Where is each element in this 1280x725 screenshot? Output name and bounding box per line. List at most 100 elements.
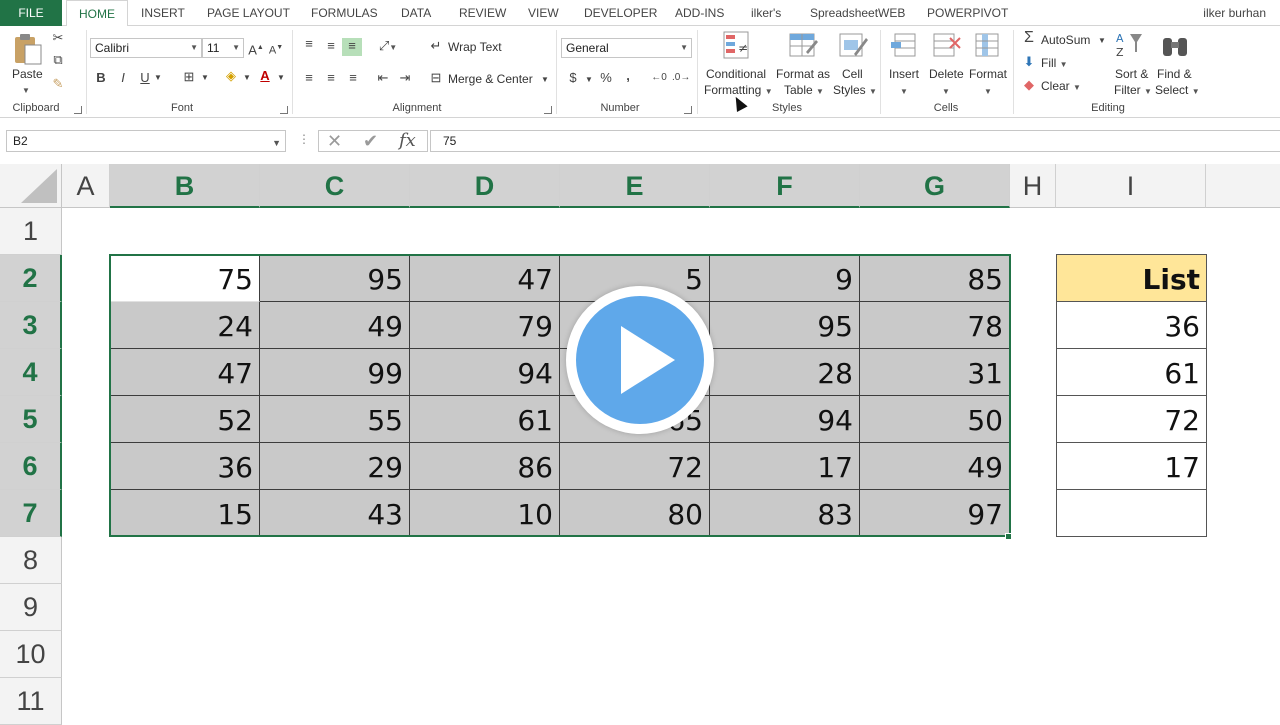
column-header-g[interactable]: G — [860, 164, 1010, 208]
cell-g2[interactable]: 85 — [860, 255, 1010, 302]
tab-developer[interactable]: DEVELOPER — [584, 0, 657, 26]
cell-b6[interactable]: 36 — [110, 443, 260, 490]
autosum-icon[interactable]: Σ — [1021, 30, 1037, 46]
tab-powerpivot[interactable]: POWERPIVOT — [927, 0, 1008, 26]
merge-center-icon[interactable]: ⊟ — [428, 70, 444, 86]
row-header-8[interactable]: 8 — [0, 537, 62, 584]
tab-file[interactable]: FILE — [0, 0, 62, 26]
find-select-label-2[interactable]: Select ▼ — [1155, 83, 1200, 97]
cell-b2[interactable]: 75 — [110, 255, 260, 302]
select-all-button[interactable] — [0, 164, 62, 208]
column-header-c[interactable]: C — [260, 164, 410, 208]
play-button[interactable] — [566, 286, 714, 434]
chevron-down-icon[interactable]: ▼ — [276, 70, 286, 86]
cell-g7[interactable]: 97 — [860, 490, 1010, 537]
align-center-icon[interactable]: ≡ — [322, 70, 340, 86]
font-launcher-icon[interactable] — [280, 106, 288, 114]
column-header-e[interactable]: E — [560, 164, 710, 208]
sort-filter-icon[interactable]: A Z — [1114, 30, 1144, 60]
column-header-b[interactable]: B — [110, 164, 260, 208]
copy-icon[interactable]: ⧉ — [50, 52, 66, 68]
cell-d3[interactable]: 79 — [410, 302, 560, 349]
cell-b3[interactable]: 24 — [110, 302, 260, 349]
cell-e6[interactable]: 72 — [560, 443, 710, 490]
paste-icon[interactable] — [12, 32, 44, 66]
tab-spreadsheetweb[interactable]: SpreadsheetWEB — [810, 0, 905, 26]
cell-f3[interactable]: 95 — [710, 302, 860, 349]
tab-page-layout[interactable]: PAGE LAYOUT — [207, 0, 290, 26]
italic-button[interactable]: I — [116, 70, 130, 86]
bottom-align-icon[interactable]: ≡ — [342, 38, 362, 56]
format-button[interactable]: Format — [969, 67, 1007, 81]
list-cell-i7[interactable] — [1056, 489, 1207, 537]
format-as-table-icon[interactable] — [788, 30, 818, 60]
number-format-select[interactable]: General ▼ — [561, 38, 692, 58]
row-header-4[interactable]: 4 — [0, 349, 62, 396]
chevron-down-icon[interactable]: ▼ — [584, 72, 594, 88]
sort-filter-label-1[interactable]: Sort & — [1115, 67, 1148, 81]
row-header-7[interactable]: 7 — [0, 490, 62, 537]
insert-button[interactable]: Insert — [889, 67, 919, 81]
list-cell-i4[interactable]: 61 — [1056, 348, 1207, 396]
align-right-icon[interactable]: ≡ — [344, 70, 362, 86]
cell-d2[interactable]: 47 — [410, 255, 560, 302]
paste-dropdown-icon[interactable]: ▼ — [22, 86, 30, 95]
font-name-select[interactable]: Calibri ▼ — [90, 38, 202, 58]
cell-f5[interactable]: 94 — [710, 396, 860, 443]
delete-button[interactable]: Delete — [929, 67, 964, 81]
chevron-down-icon[interactable]: ▼ — [942, 87, 950, 96]
chevron-down-icon[interactable]: ▼ — [984, 87, 992, 96]
comma-button[interactable]: , — [622, 68, 634, 84]
cell-g3[interactable]: 78 — [860, 302, 1010, 349]
cell-f6[interactable]: 17 — [710, 443, 860, 490]
row-header-6[interactable]: 6 — [0, 443, 62, 490]
cell-d4[interactable]: 94 — [410, 349, 560, 396]
cell-g4[interactable]: 31 — [860, 349, 1010, 396]
cell-g6[interactable]: 49 — [860, 443, 1010, 490]
column-header-j[interactable] — [1206, 164, 1280, 208]
clear-button[interactable]: Clear ▼ — [1041, 79, 1081, 93]
binoculars-icon[interactable] — [1160, 32, 1190, 62]
cell-c6[interactable]: 29 — [260, 443, 410, 490]
chevron-down-icon[interactable]: ▼ — [153, 70, 163, 86]
increase-indent-icon[interactable]: ⇥ — [396, 70, 414, 86]
cell-c2[interactable]: 95 — [260, 255, 410, 302]
insert-cells-icon[interactable] — [889, 30, 919, 60]
cell-c7[interactable]: 43 — [260, 490, 410, 537]
format-painter-icon[interactable]: ✎ — [50, 76, 66, 92]
clipboard-launcher-icon[interactable] — [74, 106, 82, 114]
chevron-down-icon[interactable]: ▼ — [1097, 33, 1107, 49]
cell-c4[interactable]: 99 — [260, 349, 410, 396]
sort-filter-label-2[interactable]: Filter ▼ — [1114, 83, 1152, 97]
cell-b4[interactable]: 47 — [110, 349, 260, 396]
tab-add-ins[interactable]: ADD-INS — [675, 0, 724, 26]
currency-button[interactable]: $ — [566, 70, 580, 86]
cut-icon[interactable]: ✂ — [50, 30, 66, 46]
chevron-down-icon[interactable]: ▼ — [540, 72, 550, 88]
tab-ilkers[interactable]: ilker's — [751, 0, 781, 26]
enter-icon[interactable]: ✔ — [363, 131, 378, 151]
row-header-11[interactable]: 11 — [0, 678, 62, 725]
insert-function-icon[interactable]: fx — [399, 131, 416, 151]
decrease-indent-icon[interactable]: ⇤ — [374, 70, 392, 86]
fill-handle[interactable] — [1005, 533, 1012, 540]
tab-view[interactable]: VIEW — [528, 0, 559, 26]
column-header-f[interactable]: F — [710, 164, 860, 208]
column-header-a[interactable]: A — [62, 164, 110, 208]
cell-d5[interactable]: 61 — [410, 396, 560, 443]
find-select-label-1[interactable]: Find & — [1157, 67, 1192, 81]
cell-styles-icon[interactable] — [838, 30, 868, 60]
column-header-h[interactable]: H — [1010, 164, 1056, 208]
cell-d7[interactable]: 10 — [410, 490, 560, 537]
formula-bar-resize-icon[interactable]: ⋮ — [298, 132, 310, 146]
list-cell-i5[interactable]: 72 — [1056, 395, 1207, 443]
formula-input[interactable]: 75 — [430, 130, 1280, 152]
conditional-formatting-label-1[interactable]: Conditional — [706, 67, 766, 81]
row-header-3[interactable]: 3 — [0, 302, 62, 349]
eraser-icon[interactable]: ◆ — [1022, 77, 1036, 93]
row-header-5[interactable]: 5 — [0, 396, 62, 443]
autosum-button[interactable]: AutoSum — [1041, 33, 1090, 47]
delete-cells-icon[interactable] — [932, 30, 962, 60]
paste-button[interactable]: Paste — [12, 67, 43, 81]
top-align-icon[interactable]: ≡ — [300, 36, 318, 52]
